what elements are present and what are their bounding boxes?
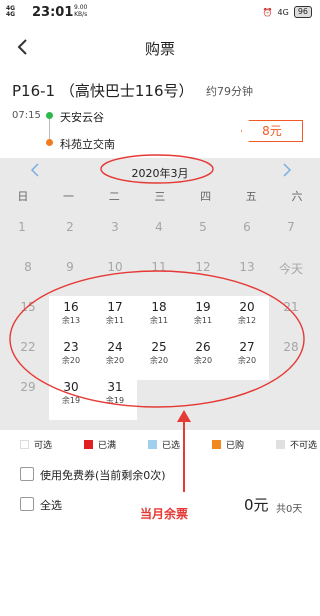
calendar-day: 21 [283, 300, 299, 314]
weekday-header: 日 一 二 三 四 五 六 [0, 188, 320, 204]
free-ticket-label: 使用免费券(当前剩余0次) [40, 469, 166, 482]
total-days: 共0天 [276, 504, 303, 515]
legend-item: 已满 [64, 438, 128, 451]
calendar-day: 6 [243, 220, 251, 234]
route-line [49, 119, 50, 141]
weekday-wed: 三 [154, 190, 166, 203]
calendar-day: 15 [20, 300, 36, 314]
calendar-day: 2 [66, 220, 74, 234]
calendar-day-available[interactable]: 26 余20 [181, 336, 225, 380]
annotation-arrow-icon [177, 410, 191, 422]
route-duration: 约79分钟 [206, 85, 253, 98]
legend-item: 不可选 [256, 438, 320, 451]
signal-icon: 4G 4G [6, 5, 16, 18]
start-stop-dot-icon [46, 112, 53, 119]
weekday-sun: 日 [17, 190, 29, 203]
calendar-day-available[interactable]: 24 余20 [93, 336, 137, 380]
departure-time: 07:15 [12, 110, 41, 121]
weekday-fri: 五 [245, 190, 257, 203]
status-time: 23:01 [32, 5, 74, 20]
start-stop: 天安云谷 [60, 111, 104, 124]
calendar-day: 4 [155, 220, 163, 234]
annotation-label: 当月余票 [140, 507, 189, 521]
status-right: ⏰ 4G 96 [263, 6, 312, 18]
calendar-day: 12 [195, 260, 211, 274]
annotation-arrow-line [183, 414, 185, 492]
next-month-icon[interactable] [276, 160, 296, 180]
calendar-day-today: 今天 [278, 262, 303, 276]
calendar-day: 28 [283, 340, 299, 354]
weekday-sat: 六 [291, 190, 303, 203]
calendar-day: 9 [66, 260, 74, 274]
page-title: 购票 [144, 40, 175, 58]
free-ticket-checkbox[interactable] [20, 467, 34, 481]
calendar-day: 10 [107, 260, 123, 274]
calendar: 2020年3月 日 一 二 三 四 五 六 1 2 3 4 5 6 7 8 9 … [0, 158, 320, 430]
calendar-day-available[interactable]: 19 余11 [181, 296, 225, 340]
calendar-day: 3 [111, 220, 119, 234]
legend-swatch [148, 440, 157, 449]
calendar-day: 22 [20, 340, 36, 354]
calendar-day: 13 [239, 260, 255, 274]
route-name: P16-1 （高快巴士116号） [12, 82, 194, 100]
calendar-day-available[interactable]: 20 余12 [225, 296, 269, 340]
calendar-day: 5 [199, 220, 207, 234]
total-amount: 0元 [244, 496, 269, 514]
calendar-day: 11 [151, 260, 167, 274]
weekday-tue: 二 [108, 190, 120, 203]
weekday-mon: 一 [63, 190, 75, 203]
end-stop: 科苑立交南 [60, 138, 115, 151]
legend-swatch [276, 440, 285, 449]
calendar-day-available[interactable]: 31 余19 [93, 376, 137, 420]
header: 购票 [0, 26, 320, 70]
weekday-thu: 四 [200, 190, 212, 203]
legend: 可选 已满 已选 已购 不可选 [0, 438, 320, 451]
alarm-icon: ⏰ [262, 7, 273, 17]
legend-item: 可选 [0, 438, 64, 451]
calendar-day: 7 [287, 220, 295, 234]
legend-item: 已购 [192, 438, 256, 451]
legend-swatch [20, 440, 29, 449]
status-bar: 4G 4G 23:01 9.00 KB/s ⏰ 4G 96 [0, 0, 320, 26]
select-all-label: 全选 [40, 499, 62, 512]
network-speed: 9.00 KB/s [74, 4, 88, 18]
calendar-day-available[interactable]: 16 余13 [49, 296, 93, 340]
calendar-day-available[interactable]: 30 余19 [49, 376, 93, 420]
calendar-day: 8 [24, 260, 32, 274]
battery-icon: 96 [293, 6, 312, 18]
calendar-month: 2020年3月 [131, 167, 189, 180]
calendar-day: 1 [18, 220, 26, 234]
calendar-day: 29 [20, 380, 36, 394]
calendar-day-available[interactable]: 18 余11 [137, 296, 181, 340]
legend-swatch [212, 440, 221, 449]
select-all-checkbox[interactable] [20, 497, 34, 511]
end-stop-dot-icon [46, 139, 53, 146]
price-tag: 8元 [241, 120, 303, 142]
calendar-day-available[interactable]: 17 余11 [93, 296, 137, 340]
network-type: 4G [277, 7, 289, 17]
legend-swatch [84, 440, 93, 449]
calendar-day-available[interactable]: 23 余20 [49, 336, 93, 380]
calendar-day-available[interactable]: 27 余20 [225, 336, 269, 380]
calendar-day-available[interactable]: 25 余20 [137, 336, 181, 380]
